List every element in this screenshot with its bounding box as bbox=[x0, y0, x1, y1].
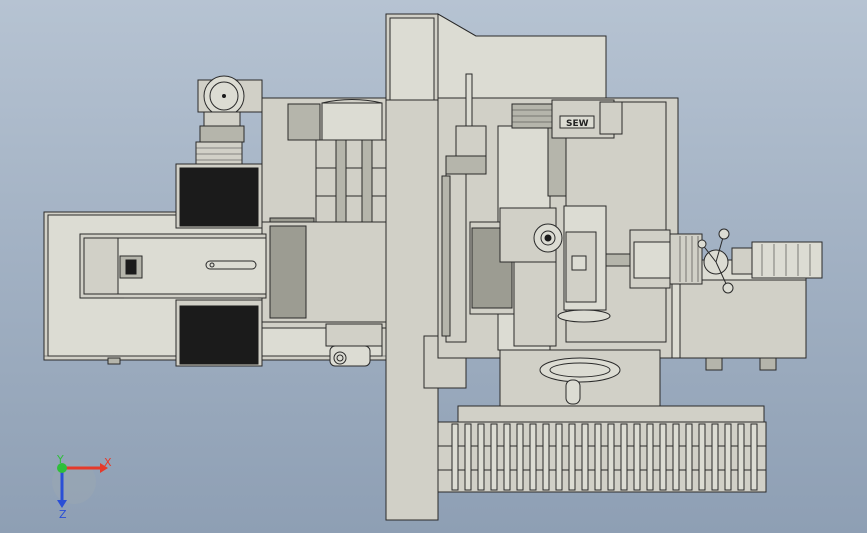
upper-housing bbox=[261, 97, 388, 329]
conveyor-slat bbox=[594, 423, 602, 491]
conveyor-slat bbox=[646, 423, 654, 491]
cad-viewport[interactable]: SEW X Y Z bbox=[0, 0, 867, 533]
lower-bellows bbox=[175, 299, 263, 367]
axis-triad: X Y Z bbox=[52, 453, 112, 521]
conveyor-slat bbox=[672, 423, 680, 491]
z-axis-label: Z bbox=[59, 508, 67, 521]
z-axis-arrowhead bbox=[57, 500, 67, 508]
conveyor-slat bbox=[698, 423, 706, 491]
conveyor-slat bbox=[581, 423, 589, 491]
conveyor-slat bbox=[516, 423, 524, 491]
machine-drawing: SEW X Y Z bbox=[43, 13, 823, 521]
conveyor-slat bbox=[750, 423, 758, 491]
conveyor-slat bbox=[542, 423, 550, 491]
conveyor-slat bbox=[555, 423, 563, 491]
conveyor-slat bbox=[451, 423, 459, 491]
conveyor-slat bbox=[711, 423, 719, 491]
conveyor-slat bbox=[529, 423, 537, 491]
lower-handwheel bbox=[499, 349, 661, 411]
conveyor-slat bbox=[568, 423, 576, 491]
feed-motor bbox=[731, 241, 823, 279]
conveyor-slat bbox=[477, 423, 485, 491]
conveyor-slat bbox=[464, 423, 472, 491]
x-axis-label: X bbox=[104, 456, 112, 469]
upper-bellows bbox=[175, 163, 263, 229]
carriage-slide bbox=[79, 233, 267, 299]
conveyor-slat bbox=[620, 423, 628, 491]
rear-panel bbox=[437, 13, 607, 101]
quill bbox=[629, 229, 703, 289]
conveyor-slat bbox=[659, 423, 667, 491]
conveyor-slat bbox=[633, 423, 641, 491]
conveyor-slat bbox=[724, 423, 732, 491]
motor-brand-label: SEW bbox=[566, 119, 589, 129]
conveyor-slat bbox=[737, 423, 745, 491]
top-gearbox bbox=[195, 75, 263, 167]
conveyor-slat bbox=[607, 423, 615, 491]
conveyor-slat bbox=[490, 423, 498, 491]
conveyor-slat bbox=[503, 423, 511, 491]
y-axis-label: Y bbox=[56, 453, 64, 466]
conveyor-slat bbox=[685, 423, 693, 491]
